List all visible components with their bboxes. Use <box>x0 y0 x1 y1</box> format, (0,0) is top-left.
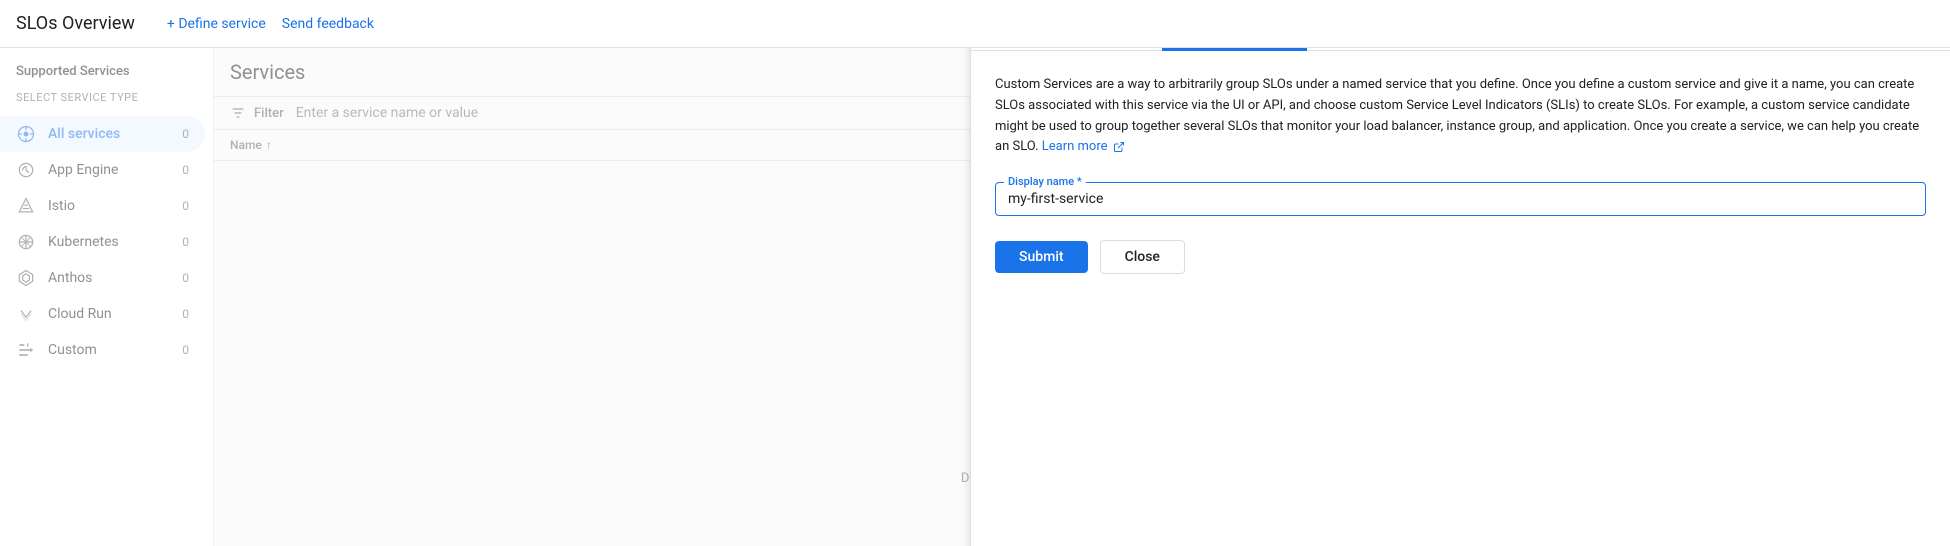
sidebar-item-label-kubernetes: Kubernetes <box>48 234 119 250</box>
sidebar-item-count-custom: 0 <box>182 343 189 357</box>
filter-label: Filter <box>254 106 284 121</box>
sidebar-subheader: Select service type <box>0 91 213 116</box>
sidebar-item-kubernetes[interactable]: Kubernetes 0 <box>0 224 205 260</box>
all-services-icon <box>16 124 36 144</box>
sidebar-item-anthos[interactable]: Anthos 0 <box>0 260 205 296</box>
istio-icon <box>16 196 36 216</box>
anthos-icon <box>16 268 36 288</box>
display-name-input[interactable] <box>1008 191 1913 207</box>
sort-arrow-icon: ↑ <box>266 138 272 152</box>
custom-icon <box>16 340 36 360</box>
panel-actions: Submit Close <box>995 240 1926 274</box>
sidebar-item-label-istio: Istio <box>48 198 75 214</box>
sidebar: Supported Services Select service type A… <box>0 48 214 546</box>
sidebar-item-count-kubernetes: 0 <box>182 235 189 249</box>
sidebar-item-count-anthos: 0 <box>182 271 189 285</box>
sidebar-item-label-anthos: Anthos <box>48 270 92 286</box>
sidebar-item-count-cloud-run: 0 <box>182 307 189 321</box>
close-button[interactable]: Close <box>1100 240 1185 274</box>
filter-icon <box>230 105 246 121</box>
submit-button[interactable]: Submit <box>995 241 1088 273</box>
sidebar-item-count-istio: 0 <box>182 199 189 213</box>
sidebar-header: Supported Services <box>0 64 213 91</box>
sidebar-item-app-engine[interactable]: App Engine 0 <box>0 152 205 188</box>
sidebar-item-istio[interactable]: Istio 0 <box>0 188 205 224</box>
sidebar-item-label-custom: Custom <box>48 342 97 358</box>
display-name-field: Display name * <box>995 182 1926 216</box>
sidebar-item-label-all-services: All services <box>48 126 120 142</box>
kubernetes-icon <box>16 232 36 252</box>
send-feedback-button[interactable]: Send feedback <box>274 10 382 38</box>
main-area: Supported Services Select service type A… <box>0 48 1950 546</box>
sidebar-item-label-app-engine: App Engine <box>48 162 118 178</box>
learn-more-link[interactable]: Learn more <box>1042 139 1108 154</box>
define-service-button[interactable]: + Define service <box>159 10 274 38</box>
sidebar-item-label-cloud-run: Cloud Run <box>48 306 112 322</box>
external-link-icon <box>1113 141 1125 153</box>
panel-content: Custom Services are a way to arbitrarily… <box>971 51 1950 546</box>
app-engine-icon <box>16 160 36 180</box>
sidebar-item-all-services[interactable]: All services 0 <box>0 116 205 152</box>
right-panel: Service candidates Custom service Custom… <box>970 48 1950 546</box>
topbar: SLOs Overview + Define service Send feed… <box>0 0 1950 48</box>
display-name-wrapper: Display name * <box>995 182 1926 216</box>
sidebar-item-cloud-run[interactable]: Cloud Run 0 <box>0 296 205 332</box>
cloud-run-icon <box>16 304 36 324</box>
sidebar-item-count-all-services: 0 <box>182 127 189 141</box>
display-name-label: Display name * <box>1004 175 1086 188</box>
panel-description: Custom Services are a way to arbitrarily… <box>995 75 1926 158</box>
sidebar-item-custom[interactable]: Custom 0 <box>0 332 205 368</box>
sidebar-item-count-app-engine: 0 <box>182 163 189 177</box>
page-title: SLOs Overview <box>16 13 135 34</box>
